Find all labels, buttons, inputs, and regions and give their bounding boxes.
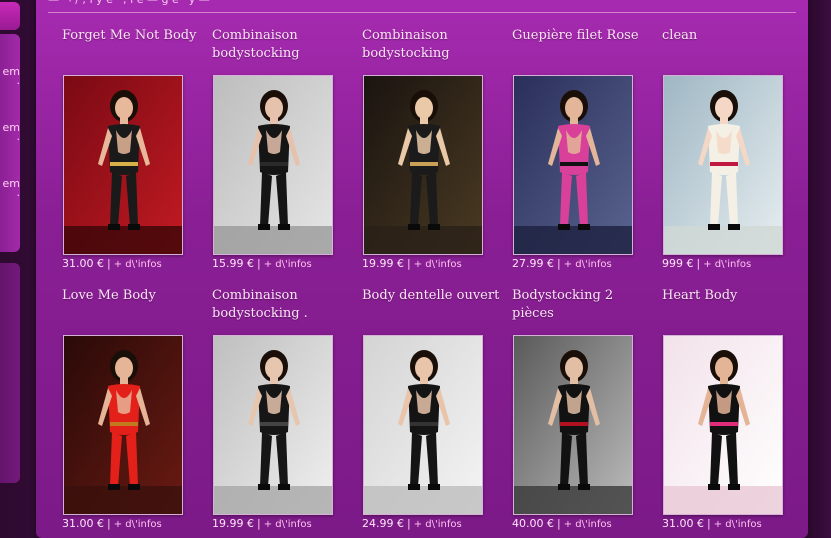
product-card[interactable]: Bodystocking 2 pièces 40.00 € | + d\'infos: [512, 287, 652, 537]
more-info-link[interactable]: + d\'infos: [264, 259, 312, 270]
price-line: 27.99 € | + d\'infos: [512, 257, 672, 270]
product-title[interactable]: Combinaison bodystocking: [362, 27, 502, 67]
more-info-link[interactable]: + d\'infos: [703, 259, 751, 270]
product-row: Forget Me Not Body 31.00 € | + d\'infos Com…: [62, 27, 802, 287]
sidebar-panel-secondary: [0, 263, 20, 483]
price-line: 999 € | + d\'infos: [662, 257, 808, 270]
product-card[interactable]: clean 999 € | + d\'infos: [662, 27, 802, 277]
price-line: 19.99 € | + d\'infos: [362, 257, 522, 270]
price-line: 31.00 € | + d\'infos: [62, 257, 222, 270]
product-card[interactable]: Combinaison bodystocking . 19.99 € | + d\'…: [212, 287, 352, 537]
page: em · em · em · — ¬ / ; i y e ' ; i e — g…: [0, 0, 831, 538]
more-info-link[interactable]: + d\'infos: [114, 519, 162, 530]
product-image[interactable]: [213, 75, 333, 255]
product-image[interactable]: [513, 335, 633, 515]
more-info-link[interactable]: + d\'infos: [264, 519, 312, 530]
product-price: 19.99 €: [212, 517, 254, 530]
separator: |: [407, 257, 411, 270]
top-strip: — ¬ / ; i y e ' ; i e — g e ' y —: [48, 0, 796, 13]
separator: |: [557, 517, 561, 530]
more-info-link[interactable]: + d\'infos: [564, 519, 612, 530]
more-info-link[interactable]: + d\'infos: [564, 259, 612, 270]
sidebar-item[interactable]: em ·: [0, 122, 20, 146]
more-info-link[interactable]: + d\'infos: [114, 259, 162, 270]
product-title[interactable]: Guepière filet Rose: [512, 27, 652, 67]
product-price: 19.99 €: [362, 257, 404, 270]
separator: |: [407, 517, 411, 530]
right-edge: [808, 0, 831, 538]
product-card[interactable]: Combinaison bodystocking 19.99 € | + d\'in…: [362, 27, 502, 277]
product-card[interactable]: Heart Body 31.00 € | + d\'infos: [662, 287, 802, 537]
product-image[interactable]: [663, 75, 783, 255]
separator: |: [107, 517, 111, 530]
product-price: 31.00 €: [662, 517, 704, 530]
more-info-link[interactable]: + d\'infos: [714, 519, 762, 530]
product-price: 27.99 €: [512, 257, 554, 270]
product-price: 24.99 €: [362, 517, 404, 530]
product-title[interactable]: Love Me Body: [62, 287, 202, 327]
product-title[interactable]: Combinaison bodystocking: [212, 27, 352, 67]
product-price: 40.00 €: [512, 517, 554, 530]
product-card[interactable]: Forget Me Not Body 31.00 € | + d\'infos: [62, 27, 202, 277]
product-title[interactable]: Body dentelle ouvert: [362, 287, 502, 327]
separator: |: [707, 517, 711, 530]
separator: |: [257, 257, 261, 270]
sidebar-panel: em · em · em ·: [0, 34, 20, 252]
more-info-link[interactable]: + d\'infos: [414, 259, 462, 270]
product-title[interactable]: Heart Body: [662, 287, 802, 327]
product-image[interactable]: [363, 75, 483, 255]
product-image[interactable]: [63, 75, 183, 255]
price-line: 40.00 € | + d\'infos: [512, 517, 672, 530]
price-line: 19.99 € | + d\'infos: [212, 517, 372, 530]
separator: |: [107, 257, 111, 270]
product-card[interactable]: Love Me Body 31.00 € | + d\'infos: [62, 287, 202, 537]
product-price: 999 €: [662, 257, 694, 270]
product-card[interactable]: Body dentelle ouvert 24.99 € | + d\'infos: [362, 287, 502, 537]
price-line: 31.00 € | + d\'infos: [62, 517, 222, 530]
sidebar-item[interactable]: em ·: [0, 178, 20, 202]
separator: |: [696, 257, 701, 270]
more-info-link[interactable]: + d\'infos: [414, 519, 462, 530]
product-price: 31.00 €: [62, 517, 104, 530]
product-title[interactable]: Combinaison bodystocking .: [212, 287, 352, 327]
left-sidebar: em · em · em ·: [0, 0, 20, 538]
product-image[interactable]: [513, 75, 633, 255]
product-card[interactable]: Guepière filet Rose 27.99 € | + d\'infos: [512, 27, 652, 277]
product-image[interactable]: [63, 335, 183, 515]
product-card[interactable]: Combinaison bodystocking 15.99 € | + d\'in…: [212, 27, 352, 277]
price-line: 31.00 € | + d\'infos: [662, 517, 808, 530]
sidebar-tab[interactable]: [0, 2, 20, 30]
product-price: 31.00 €: [62, 257, 104, 270]
price-line: 15.99 € | + d\'infos: [212, 257, 372, 270]
product-image[interactable]: [213, 335, 333, 515]
separator: |: [557, 257, 561, 270]
product-image[interactable]: [363, 335, 483, 515]
price-line: 24.99 € | + d\'infos: [362, 517, 522, 530]
product-grid: Forget Me Not Body 31.00 € | + d\'infos Com…: [62, 27, 802, 538]
product-panel: — ¬ / ; i y e ' ; i e — g e ' y — Forget…: [36, 0, 808, 538]
product-title[interactable]: clean: [662, 27, 802, 67]
product-row: Love Me Body 31.00 € | + d\'infos Combinais…: [62, 287, 802, 538]
product-price: 15.99 €: [212, 257, 254, 270]
sidebar-item[interactable]: em ·: [0, 66, 20, 90]
product-image[interactable]: [663, 335, 783, 515]
separator: |: [257, 517, 261, 530]
product-title[interactable]: Forget Me Not Body: [62, 27, 202, 67]
product-title[interactable]: Bodystocking 2 pièces: [512, 287, 652, 327]
